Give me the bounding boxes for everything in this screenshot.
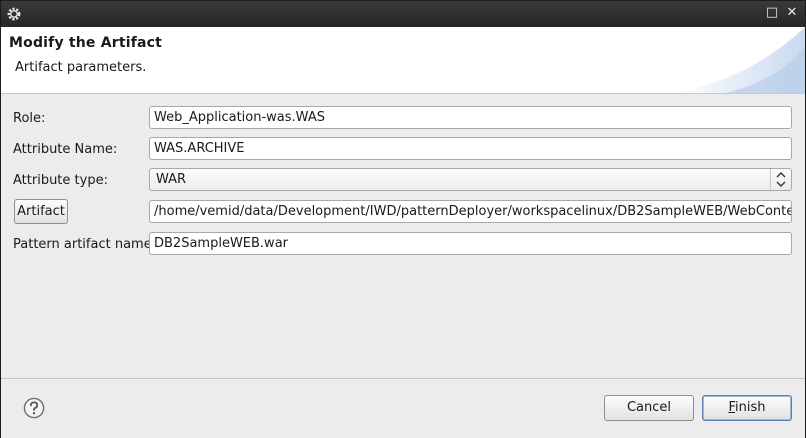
role-input[interactable]: Web_Application-was.WAS [149, 106, 792, 129]
button-bar: Cancel Finish [1, 378, 805, 438]
attribute-type-label: Attribute type: [13, 173, 108, 188]
header-decoration [675, 27, 805, 93]
pattern-artifact-name-label: Pattern artifact name: [13, 237, 157, 252]
finish-button[interactable]: Finish [702, 395, 792, 421]
artifact-button[interactable]: Artifact [14, 199, 68, 224]
attribute-name-input[interactable]: WAS.ARCHIVE [149, 137, 792, 160]
role-label: Role: [13, 111, 46, 126]
attribute-type-select[interactable]: WAR [149, 168, 792, 191]
dialog-subtitle: Artifact parameters. [15, 60, 147, 75]
form-area: Role: Web_Application-was.WAS Attribute … [1, 94, 805, 378]
dialog-header: Modify the Artifact Artifact parameters. [1, 27, 805, 94]
title-bar[interactable]: □ ✕ [1, 1, 805, 27]
modify-artifact-dialog: □ ✕ Modify the Artifact Artifact paramet… [0, 0, 806, 438]
artifact-path-input[interactable]: /home/vemid/data/Development/IWD/pattern… [149, 200, 792, 223]
attribute-name-label: Attribute Name: [13, 142, 118, 157]
dialog-title: Modify the Artifact [9, 35, 163, 51]
updown-chevron-icon [770, 169, 786, 190]
cancel-button[interactable]: Cancel [604, 395, 694, 421]
finish-label: inish [735, 400, 766, 415]
pattern-artifact-name-input[interactable]: DB2SampleWEB.war [149, 232, 792, 255]
eclipse-gear-icon [7, 7, 21, 21]
attribute-type-value: WAR [156, 172, 187, 187]
close-icon[interactable]: ✕ [784, 5, 800, 21]
help-question-icon[interactable] [23, 397, 45, 419]
maximize-icon[interactable]: □ [764, 5, 780, 21]
